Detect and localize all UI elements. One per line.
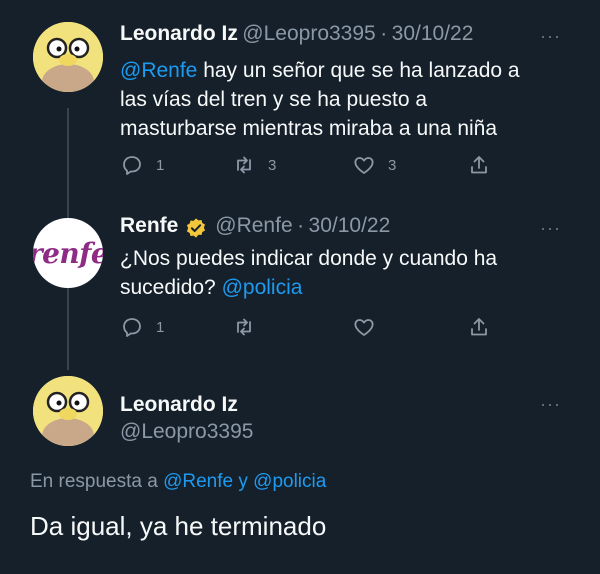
tweet-header: Leonardo Iz @Leopro3395 · 30/10/22	[120, 22, 473, 46]
reply-icon	[123, 318, 141, 337]
tweet-text-line: masturbarse mientras miraba a una niña	[120, 117, 498, 140]
avatar[interactable]	[33, 376, 103, 446]
reply-count: 1	[156, 156, 165, 174]
separator: ·	[297, 214, 305, 237]
share-button[interactable]	[467, 153, 491, 177]
tweet-text: @Renfe hay un señor que se ha lanzado a …	[120, 56, 590, 143]
handle[interactable]: @Renfe	[215, 214, 292, 237]
mention-link[interactable]: @policia	[253, 471, 326, 492]
retweet-count: 3	[268, 156, 277, 174]
separator: ·	[380, 22, 388, 45]
more-icon[interactable]: ···	[540, 218, 561, 239]
tweet-header: Renfe @Renfe · 30/10/22	[120, 214, 390, 239]
reply-count: 1	[156, 318, 165, 336]
handle[interactable]: @Leopro3395	[120, 420, 253, 444]
avatar[interactable]: renfe	[33, 218, 103, 288]
tweet-text-line: sucedido?	[120, 276, 222, 299]
retweet-button[interactable]: 3	[232, 153, 276, 177]
reply-button[interactable]: 1	[120, 153, 164, 177]
like-button[interactable]: 3	[352, 153, 396, 177]
renfe-logo: renfe	[33, 236, 103, 270]
share-icon	[471, 156, 487, 174]
retweet-button[interactable]	[232, 315, 256, 339]
mention-link[interactable]: @Renfe	[120, 59, 197, 82]
mention-link[interactable]: @Renfe	[163, 471, 233, 492]
reply-prefix: En respuesta a	[30, 471, 164, 492]
reply-context: En respuesta a @Renfe y @policia	[30, 471, 326, 493]
display-name[interactable]: Leonardo Iz	[120, 393, 238, 417]
retweet-icon	[237, 318, 251, 336]
like-count: 3	[388, 156, 397, 174]
like-icon	[354, 319, 374, 336]
timestamp[interactable]: 30/10/22	[309, 214, 391, 237]
share-icon	[471, 318, 487, 336]
tweet-text-line: ¿Nos puedes indicar donde y cuando ha	[120, 247, 498, 270]
like-button[interactable]	[352, 315, 376, 339]
tweet-text-line: hay un señor que se ha lanzado a	[197, 59, 520, 82]
timestamp[interactable]: 30/10/22	[392, 22, 474, 45]
handle[interactable]: @Leopro3395	[242, 22, 375, 45]
mention-link[interactable]: @policia	[222, 276, 303, 299]
reply-joiner: y	[233, 471, 254, 492]
more-icon[interactable]: ···	[540, 394, 561, 415]
tweet-text-line: las vías del tren y se ha puesto a	[120, 88, 428, 111]
tweet-text: ¿Nos puedes indicar donde y cuando ha su…	[120, 244, 590, 302]
like-icon	[354, 157, 374, 174]
display-name[interactable]: Renfe	[120, 214, 178, 237]
avatar[interactable]	[33, 22, 103, 92]
reply-button[interactable]: 1	[120, 315, 164, 339]
retweet-icon	[237, 156, 251, 174]
more-icon[interactable]: ···	[540, 26, 561, 47]
verified-badge-icon	[186, 218, 205, 238]
reply-icon	[123, 156, 141, 175]
tweet-text: Da igual, ya he terminado	[30, 511, 327, 541]
share-button[interactable]	[467, 315, 491, 339]
display-name[interactable]: Leonardo Iz	[120, 22, 238, 45]
